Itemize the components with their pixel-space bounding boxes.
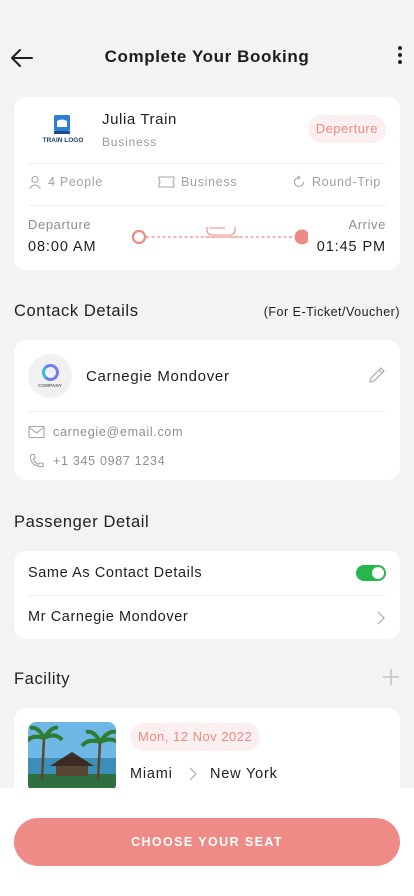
edit-contact-button[interactable] bbox=[366, 364, 388, 386]
people-info: 4 People bbox=[28, 175, 103, 189]
to-city: New York bbox=[210, 766, 278, 782]
contact-card: COMPANY Carnegie Mondover carnegie@email… bbox=[14, 340, 400, 480]
divider bbox=[28, 411, 386, 412]
train-logo-text: TRAIN LOGO bbox=[42, 137, 84, 144]
facility-section-title: Facility bbox=[14, 670, 71, 688]
page-title: Complete Your Booking bbox=[104, 47, 310, 66]
passenger-name: Mr Carnegie Mondover bbox=[28, 609, 189, 625]
train-class: Business bbox=[102, 135, 158, 149]
chevron-right-icon bbox=[189, 767, 197, 781]
trip-info-row: 4 People Business Round-Trip bbox=[28, 175, 386, 193]
choose-seat-button[interactable]: CHOOSE YOUR SEAT bbox=[14, 818, 400, 866]
trip-summary-card: TRAIN LOGO Julia Train Business Depertur… bbox=[14, 97, 400, 270]
same-as-contact-toggle[interactable] bbox=[356, 565, 386, 581]
people-count: 4 People bbox=[48, 175, 103, 189]
avatar-text: COMPANY bbox=[37, 383, 63, 388]
divider bbox=[28, 163, 386, 164]
contact-name: Carnegie Mondover bbox=[86, 368, 230, 385]
trip-type-info: Round-Trip bbox=[292, 175, 381, 189]
plus-icon bbox=[383, 669, 399, 685]
train-logo: TRAIN LOGO bbox=[32, 113, 94, 147]
chevron-right-icon bbox=[377, 611, 385, 625]
avatar: COMPANY bbox=[28, 354, 72, 398]
from-city: Miami bbox=[130, 766, 173, 782]
contact-section-title: Contack Details bbox=[14, 302, 139, 320]
add-facility-button[interactable] bbox=[382, 668, 400, 686]
passenger-card: Same As Contact Details Mr Carnegie Mond… bbox=[14, 551, 400, 639]
trip-type: Round-Trip bbox=[312, 175, 382, 189]
contact-phone: +1 345 0987 1234 bbox=[53, 453, 166, 468]
bottom-action-bar: CHOOSE YOUR SEAT bbox=[0, 788, 414, 896]
arrive-label: Arrive bbox=[348, 217, 386, 232]
facility-date-badge: Mon, 12 Nov 2022 bbox=[130, 723, 261, 751]
class-info: Business bbox=[158, 175, 237, 189]
route-row: Departure 08:00 AM Arrive 01:45 PM bbox=[28, 217, 386, 257]
departure-label: Departure bbox=[28, 217, 92, 232]
seat-class: Business bbox=[181, 175, 238, 189]
more-dot-icon bbox=[398, 53, 402, 57]
app-header: Complete Your Booking bbox=[0, 0, 414, 96]
passenger-section-title: Passenger Detail bbox=[14, 513, 150, 531]
same-as-contact-row: Same As Contact Details bbox=[28, 551, 386, 595]
departure-badge: Deperture bbox=[307, 115, 386, 143]
pencil-icon bbox=[369, 367, 385, 383]
departure-time: 08:00 AM bbox=[28, 239, 97, 255]
person-icon bbox=[29, 175, 41, 189]
divider bbox=[28, 205, 386, 206]
phone-icon bbox=[29, 453, 44, 468]
arrive-time: 01:45 PM bbox=[316, 239, 386, 255]
facility-image bbox=[28, 722, 116, 792]
more-options-button[interactable] bbox=[396, 46, 404, 68]
train-icon bbox=[205, 227, 239, 238]
more-dot-icon bbox=[398, 60, 402, 64]
contact-section-note: (For E-Ticket/Voucher) bbox=[263, 305, 400, 319]
more-dot-icon bbox=[398, 46, 402, 50]
contact-phone-row: +1 345 0987 1234 bbox=[28, 453, 165, 468]
train-name: Julia Train bbox=[102, 111, 177, 128]
same-as-contact-label: Same As Contact Details bbox=[28, 565, 203, 581]
contact-email: carnegie@email.com bbox=[53, 425, 184, 439]
route-line bbox=[132, 227, 308, 245]
ticket-icon bbox=[158, 176, 175, 188]
round-trip-icon bbox=[293, 175, 305, 188]
company-logo-icon bbox=[41, 364, 59, 381]
mail-icon bbox=[28, 425, 45, 439]
contact-email-row: carnegie@email.com bbox=[28, 425, 183, 439]
passenger-row[interactable]: Mr Carnegie Mondover bbox=[28, 595, 386, 639]
